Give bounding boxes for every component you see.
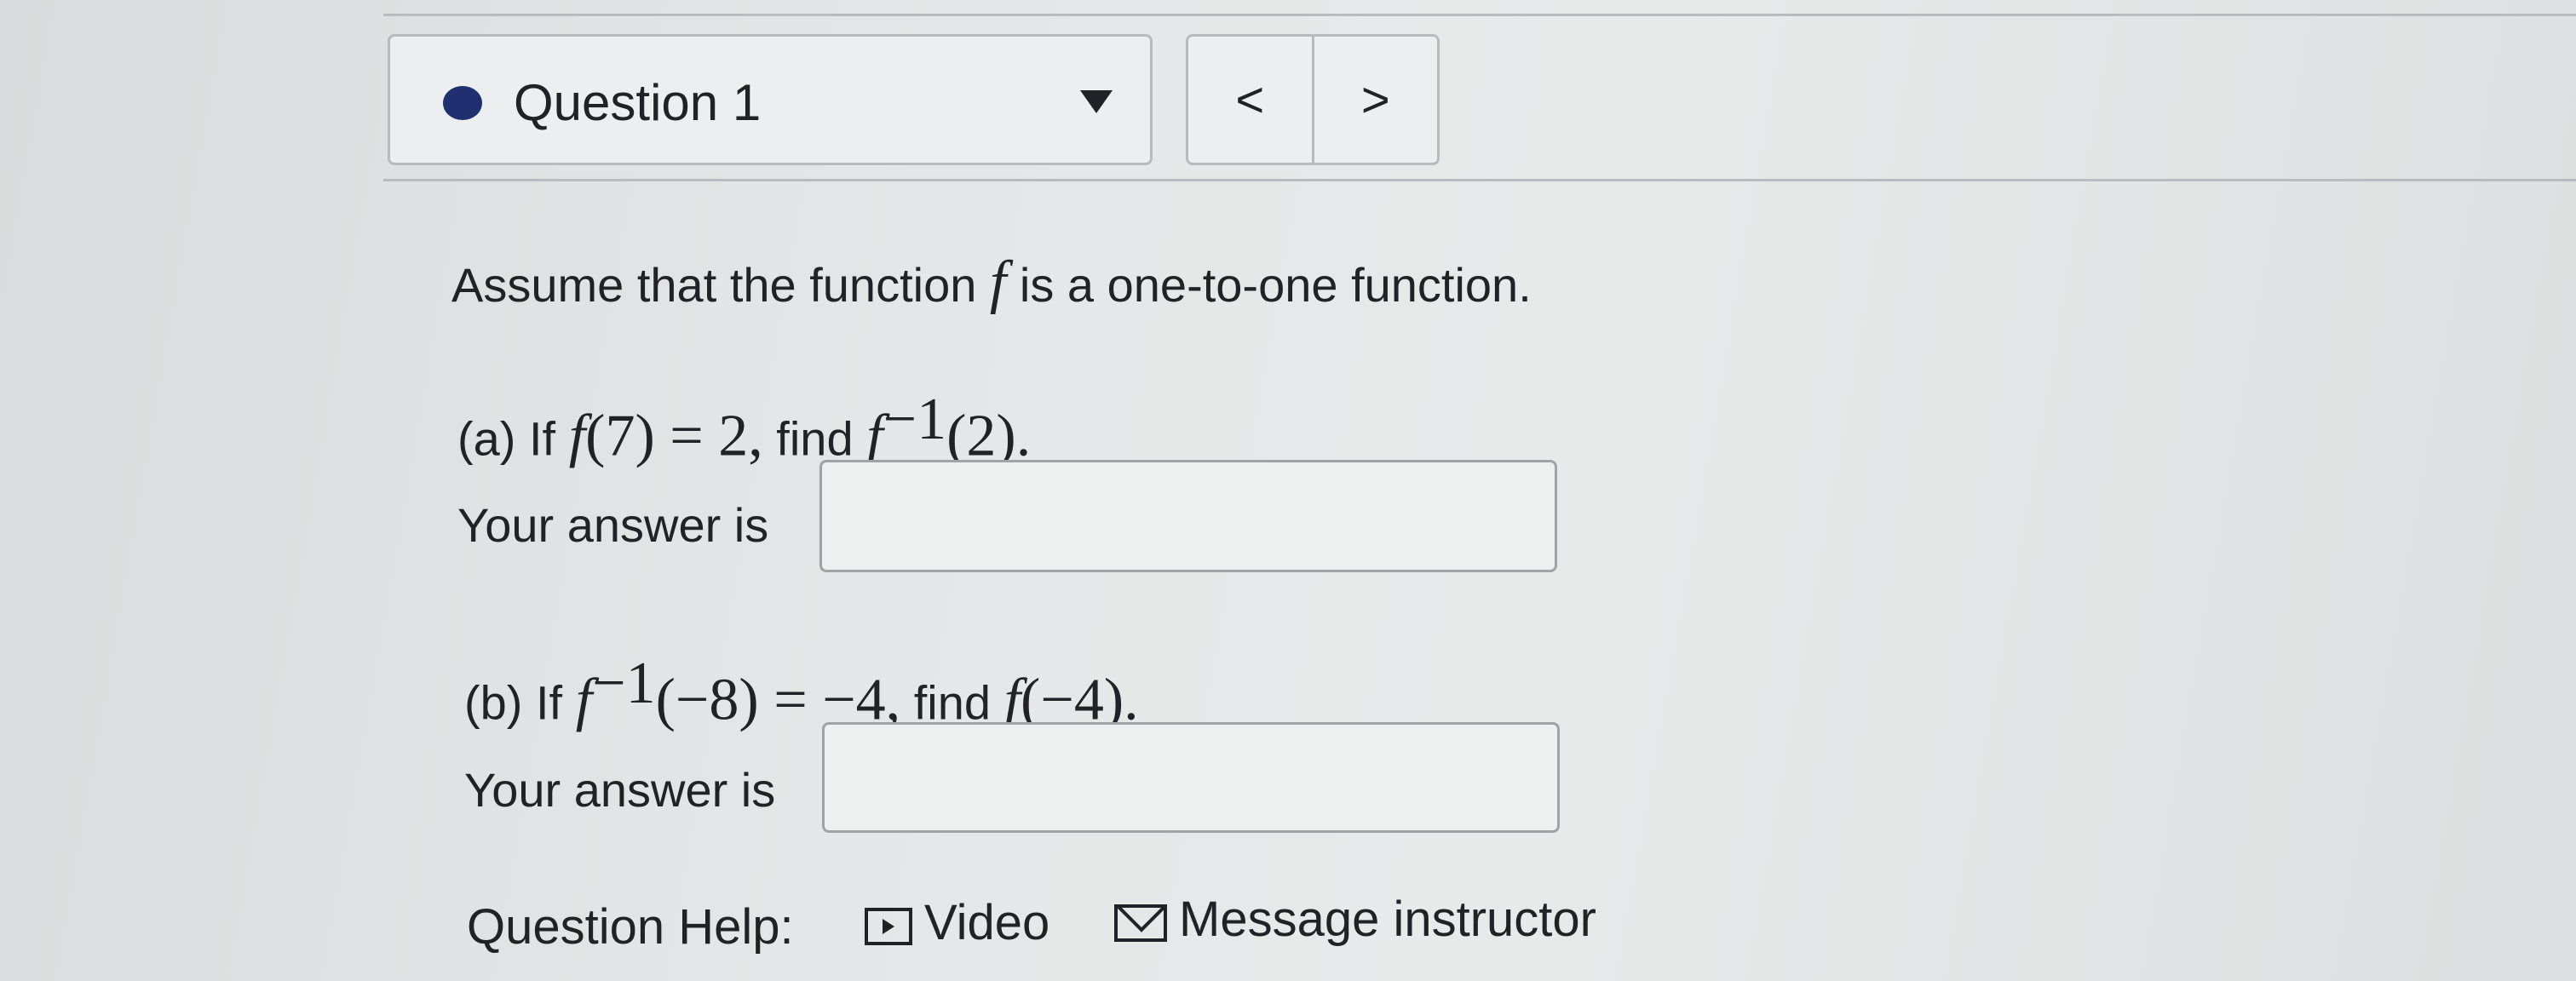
dropdown-caret-icon — [1080, 90, 1113, 113]
envelope-icon — [1114, 904, 1167, 942]
part-a-prefix: (a) If — [457, 411, 569, 466]
part-b-prefix: (b) If — [464, 675, 576, 730]
part-a-answer-label: Your answer is — [457, 498, 769, 552]
part-b-fn: f — [575, 667, 593, 733]
message-instructor-link[interactable]: Message instructor — [1114, 891, 1596, 948]
message-instructor-label: Message instructor — [1179, 892, 1596, 947]
video-link-label: Video — [924, 895, 1050, 950]
question-help-label: Question Help: — [467, 899, 794, 955]
prompt-function-var: f — [989, 250, 1007, 315]
part-a-find: find — [762, 411, 867, 466]
part-a-answer-input[interactable] — [819, 460, 1557, 572]
prompt-text-start: Assume that the function — [451, 258, 990, 312]
part-b-inverse-exp: −1 — [592, 651, 656, 716]
previous-question-button[interactable]: < — [1188, 37, 1312, 163]
video-help-link[interactable]: Video — [865, 894, 1049, 951]
part-b-answer-input[interactable] — [822, 722, 1560, 833]
top-divider — [383, 14, 2576, 16]
part-a-prompt: (a) If f(7) = 2, find f−1(2). — [457, 390, 1031, 469]
part-a-inverse-exp: −1 — [883, 387, 947, 452]
prompt-text-end: is a one-to-one function. — [1006, 258, 1532, 312]
part-b-prompt: (b) If f−1(−8) = −4, find f(−4). — [464, 654, 1139, 733]
question-selector-label: Question 1 — [514, 74, 762, 131]
question-nav: < > — [1186, 34, 1440, 165]
video-icon — [865, 907, 912, 945]
question-status-dot — [443, 86, 482, 120]
part-b-answer-label: Your answer is — [464, 763, 776, 817]
header-divider — [383, 179, 2576, 181]
question-selector[interactable]: Question 1 — [388, 34, 1153, 165]
next-question-button[interactable]: > — [1311, 37, 1438, 163]
part-a-given: (7) = 2, — [585, 403, 763, 469]
question-prompt: Assume that the function f is a one-to-o… — [451, 253, 1532, 315]
part-a-fn: f — [568, 403, 586, 469]
